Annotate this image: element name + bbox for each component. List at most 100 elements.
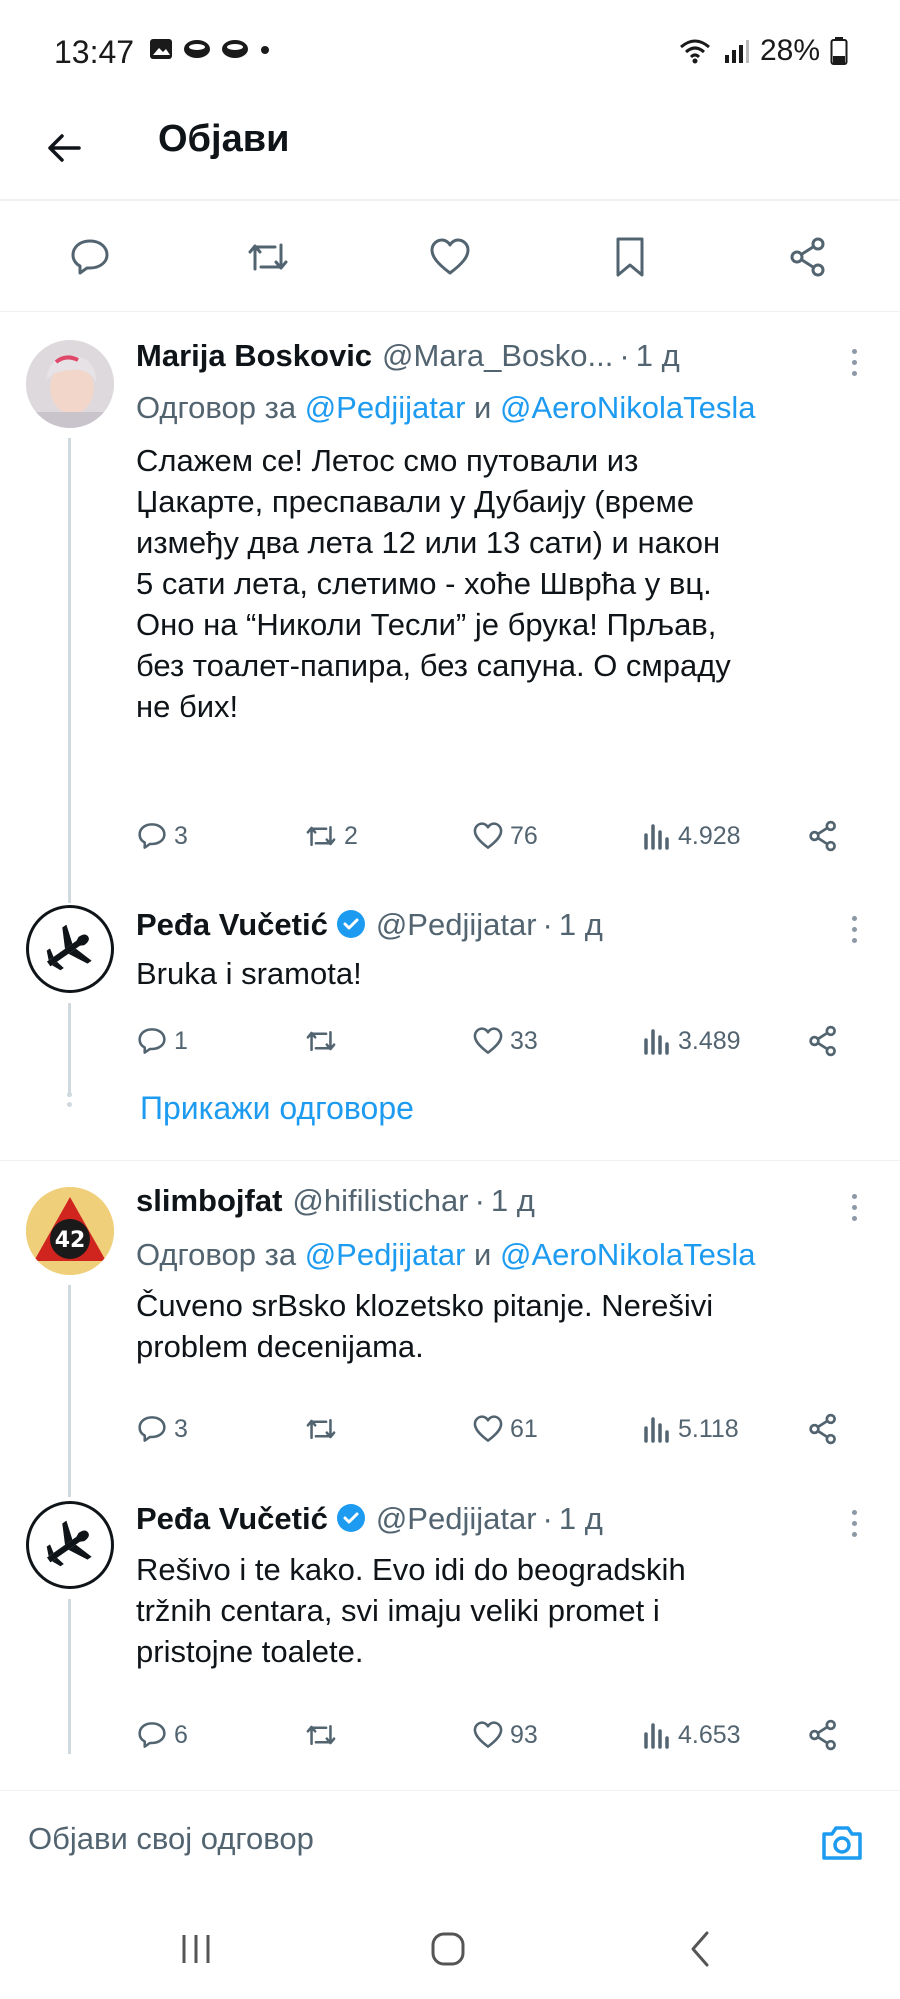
arrow-left-icon xyxy=(48,134,81,162)
status-right: 28% xyxy=(678,34,848,68)
reply-composer[interactable]: Објави свој одговор xyxy=(0,1790,900,1894)
views-count-button[interactable]: 4.653 xyxy=(642,1713,741,1757)
share-icon xyxy=(809,1413,836,1445)
recent-apps-button[interactable] xyxy=(166,1924,226,1974)
user-handle[interactable]: @hifilistichar xyxy=(292,1183,468,1219)
text-line: Bruka i sramota! xyxy=(136,956,362,991)
more-options-button[interactable] xyxy=(844,1503,864,1543)
tweet-header: Peđa Vučetić @Pedjijatar · 1 д xyxy=(136,1499,866,1543)
text-line: Џакарте, преспавали у Дубаију (време xyxy=(136,484,695,519)
share-icon xyxy=(790,237,825,277)
camera-icon xyxy=(822,1826,862,1860)
comment-icon xyxy=(138,1722,166,1748)
more-options-button[interactable] xyxy=(844,342,864,382)
avatar[interactable]: 42 xyxy=(26,1187,114,1275)
back-button[interactable] xyxy=(36,120,92,176)
repost-count-button[interactable] xyxy=(304,1713,344,1757)
text-line: Слажем се! Летос смо путовали из xyxy=(136,443,639,478)
separator-dot: · xyxy=(619,338,630,373)
mention-link[interactable]: @AeroNikolaTesla xyxy=(500,390,755,425)
thread-line xyxy=(68,1599,71,1754)
share-button[interactable] xyxy=(806,814,840,858)
heart-icon xyxy=(473,1027,503,1054)
avatar[interactable] xyxy=(26,1501,114,1589)
post-time[interactable]: 1 д xyxy=(559,1501,603,1537)
notification-icons xyxy=(148,36,272,62)
more-options-button[interactable] xyxy=(844,909,864,949)
tweet-header: slimbojfat @hifilistichar · 1 д xyxy=(136,1183,866,1227)
post-action-bar xyxy=(0,200,900,312)
camera-button[interactable] xyxy=(816,1817,868,1869)
display-name[interactable]: Peđa Vučetić xyxy=(136,1501,328,1537)
display-name[interactable]: Peđa Vučetić xyxy=(136,907,328,943)
repost-icon xyxy=(248,243,288,271)
repost-count-button[interactable] xyxy=(304,1019,344,1063)
like-count-button[interactable]: 76 xyxy=(472,814,538,858)
reply-count: 3 xyxy=(174,821,188,850)
post-time[interactable]: 1 д xyxy=(636,338,680,374)
tweet-header: Marija Boskovic @Mara_Bosko... · 1 д xyxy=(136,338,866,382)
views-count-button[interactable]: 5.118 xyxy=(642,1407,739,1451)
comment-icon xyxy=(138,823,166,849)
reply-count-button[interactable]: 1 xyxy=(136,1019,188,1063)
mention-link[interactable]: @Pedjijatar xyxy=(305,1237,466,1272)
like-count: 33 xyxy=(510,1026,538,1055)
text-line: problem decenijama. xyxy=(136,1329,424,1364)
display-name[interactable]: Marija Boskovic xyxy=(136,338,372,374)
text-line: 5 сати лета, слетимо - хоће Шврћа у вц. xyxy=(136,566,712,601)
user-handle[interactable]: @Pedjijatar xyxy=(376,907,537,943)
more-options-button[interactable] xyxy=(844,1187,864,1227)
reply-tweet[interactable]: Marija Boskovic @Mara_Bosko... · 1 д Одг… xyxy=(0,312,900,897)
page-title: Објави xyxy=(158,118,290,160)
reply-tweet[interactable]: Peđa Vučetić @Pedjijatar · 1 д Rešivo i … xyxy=(0,1491,900,1790)
like-count-button[interactable]: 61 xyxy=(472,1407,538,1451)
repost-count-button[interactable] xyxy=(304,1407,344,1451)
like-count-button[interactable]: 93 xyxy=(472,1713,538,1757)
reply-count-button[interactable]: 3 xyxy=(136,814,188,858)
views-count-button[interactable]: 3.489 xyxy=(642,1019,741,1063)
thread-line xyxy=(68,438,71,897)
views-chart-icon xyxy=(644,1417,669,1443)
reply-tweet[interactable]: 42 slimbojfat @hifilistichar · 1 д Одгов… xyxy=(0,1161,900,1491)
display-name[interactable]: slimbojfat xyxy=(136,1183,282,1219)
home-icon xyxy=(431,1932,465,1966)
avatar[interactable] xyxy=(26,340,114,428)
text-line: Čuveno srBsko klozetsko pitanje. Nerešiv… xyxy=(136,1288,714,1323)
post-time[interactable]: 1 д xyxy=(559,907,603,943)
share-icon xyxy=(809,1025,836,1057)
repost-button[interactable] xyxy=(242,231,294,283)
share-button[interactable] xyxy=(782,231,834,283)
bookmark-button[interactable] xyxy=(604,231,656,283)
home-button[interactable] xyxy=(418,1924,478,1974)
thread-line xyxy=(68,897,71,903)
share-button[interactable] xyxy=(806,1407,840,1451)
reply-button[interactable] xyxy=(64,231,116,283)
reply-count-button[interactable]: 3 xyxy=(136,1407,188,1451)
views-count-button[interactable]: 4.928 xyxy=(642,814,741,858)
header: Објави xyxy=(0,100,900,200)
repost-icon xyxy=(306,826,336,846)
like-button[interactable] xyxy=(424,231,476,283)
share-button[interactable] xyxy=(806,1019,840,1063)
system-back-button[interactable] xyxy=(670,1924,730,1974)
replying-to: Одговор за @Pedjijatar и @AeroNikolaTesl… xyxy=(136,1237,755,1273)
signal-icon xyxy=(724,40,749,63)
user-handle[interactable]: @Mara_Bosko... xyxy=(382,338,613,374)
reply-input[interactable]: Објави свој одговор xyxy=(28,1821,314,1857)
tweet-text: Čuveno srBsko klozetsko pitanje. Nerešiv… xyxy=(136,1285,876,1367)
show-replies-link[interactable]: Прикажи одговоре xyxy=(140,1090,414,1127)
post-time[interactable]: 1 д xyxy=(491,1183,535,1219)
heart-icon xyxy=(473,1721,503,1748)
chevron-left-icon xyxy=(691,1931,709,1967)
reply-count-button[interactable]: 6 xyxy=(136,1713,188,1757)
like-count-button[interactable]: 33 xyxy=(472,1019,538,1063)
mention-link[interactable]: @Pedjijatar xyxy=(305,390,466,425)
avatar[interactable] xyxy=(26,905,114,993)
like-count: 76 xyxy=(510,821,538,850)
share-button[interactable] xyxy=(806,1713,840,1757)
mention-link[interactable]: @AeroNikolaTesla xyxy=(500,1237,755,1272)
repost-count-button[interactable]: 2 xyxy=(304,814,358,858)
tweet-metrics: 3 61 5.118 xyxy=(136,1407,856,1451)
user-handle[interactable]: @Pedjijatar xyxy=(376,1501,537,1537)
reply-tweet[interactable]: Peđa Vučetić @Pedjijatar · 1 д Bruka i s… xyxy=(0,897,900,1097)
